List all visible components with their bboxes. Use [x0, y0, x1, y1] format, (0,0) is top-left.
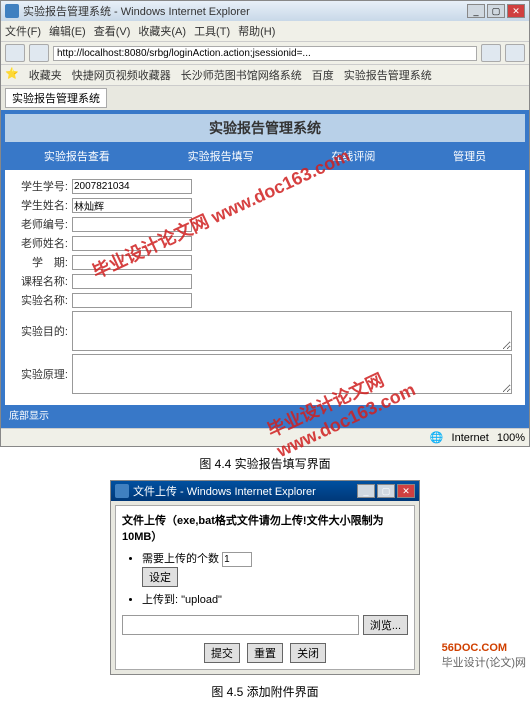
status-left [5, 431, 430, 444]
page-title: 实验报告管理系统 [5, 114, 525, 142]
student-name-label: 学生姓名: [13, 197, 68, 213]
upload-dest-row: 上传到: "upload" [142, 591, 408, 607]
submit-button[interactable]: 提交 [204, 643, 240, 663]
footer-logo: 56DOC.COM 毕业设计(论文)网 [442, 642, 526, 670]
menu-file[interactable]: 文件(F) [5, 23, 41, 39]
globe-icon: 🌐 [430, 431, 444, 444]
window-title: 实验报告管理系统 - Windows Internet Explorer [23, 3, 467, 19]
ie-icon [5, 4, 19, 18]
close-button[interactable]: ✕ [507, 4, 525, 18]
maximize-button[interactable]: ▢ [377, 484, 395, 498]
fav-4[interactable]: 实验报告管理系统 [344, 67, 432, 83]
button-row: 提交 重置 关闭 [122, 643, 408, 663]
caption-1: 图 4.4 实验报告填写界面 [0, 447, 530, 480]
reset-button[interactable]: 重置 [247, 643, 283, 663]
minimize-button[interactable]: _ [467, 4, 485, 18]
nav-fill[interactable]: 实验报告填写 [188, 148, 254, 164]
fav-3[interactable]: 百度 [312, 67, 334, 83]
menu-view[interactable]: 查看(V) [94, 23, 131, 39]
set-button[interactable]: 设定 [142, 567, 178, 587]
titlebar: 实验报告管理系统 - Windows Internet Explorer _ ▢… [1, 1, 529, 21]
course-input[interactable] [72, 274, 192, 289]
status-bar: 🌐 Internet 100% [1, 428, 529, 446]
upload-count-label: 需要上传的个数 [142, 553, 219, 565]
forward-button[interactable] [29, 44, 49, 62]
address-input[interactable] [53, 46, 477, 61]
student-name-input[interactable] [72, 198, 192, 213]
exp-name-input[interactable] [72, 293, 192, 308]
browser-tab[interactable]: 实验报告管理系统 [5, 88, 107, 108]
upload-dest-label: 上传到: [142, 594, 178, 606]
teacher-name-label: 老师姓名: [13, 235, 68, 251]
browse-button[interactable]: 浏览... [363, 615, 408, 635]
menu-favorites[interactable]: 收藏夹(A) [138, 23, 186, 39]
upload-titlebar: 文件上传 - Windows Internet Explorer _ ▢ ✕ [111, 481, 419, 501]
menubar: 文件(F) 编辑(E) 查看(V) 收藏夹(A) 工具(T) 帮助(H) [1, 21, 529, 41]
nav-review[interactable]: 在线评阅 [331, 148, 375, 164]
main-window: 实验报告管理系统 - Windows Internet Explorer _ ▢… [0, 0, 530, 447]
fav-0[interactable]: 收藏夹 [29, 67, 62, 83]
caption-2: 图 4.5 添加附件界面 [0, 675, 530, 708]
maximize-button[interactable]: ▢ [487, 4, 505, 18]
refresh-button[interactable] [481, 44, 501, 62]
exp-principle-textarea[interactable] [72, 354, 512, 394]
tab-bar: 实验报告管理系统 [1, 85, 529, 110]
page-content: 实验报告管理系统 实验报告查看 实验报告填写 在线评阅 管理员 学生学号: 学生… [1, 110, 529, 428]
exp-principle-label: 实验原理: [13, 366, 68, 382]
teacher-id-input[interactable] [72, 217, 192, 232]
upload-form: 文件上传（exe,bat格式文件请勿上传!文件大小限制为10MB） 需要上传的个… [115, 505, 415, 670]
course-label: 课程名称: [13, 273, 68, 289]
close-upload-button[interactable]: 关闭 [290, 643, 326, 663]
status-zoom: 100% [497, 432, 525, 444]
student-id-label: 学生学号: [13, 178, 68, 194]
bottom-note: 底部显示 [5, 405, 525, 424]
nav-admin[interactable]: 管理员 [453, 148, 486, 164]
close-button[interactable]: ✕ [397, 484, 415, 498]
minimize-button[interactable]: _ [357, 484, 375, 498]
favorites-bar: ⭐ 收藏夹 快捷网页视频收藏器 长沙师范图书馆网络系统 百度 实验报告管理系统 [1, 64, 529, 85]
back-button[interactable] [5, 44, 25, 62]
fav-1[interactable]: 快捷网页视频收藏器 [72, 67, 171, 83]
fav-2[interactable]: 长沙师范图书馆网络系统 [181, 67, 302, 83]
upload-dest-value: "upload" [181, 594, 222, 606]
nav-view[interactable]: 实验报告查看 [44, 148, 110, 164]
ie-icon [115, 484, 129, 498]
semester-input[interactable] [72, 255, 192, 270]
menu-edit[interactable]: 编辑(E) [49, 23, 86, 39]
stop-button[interactable] [505, 44, 525, 62]
status-internet: Internet [452, 432, 489, 444]
menu-help[interactable]: 帮助(H) [238, 23, 275, 39]
upload-heading: 文件上传（exe,bat格式文件请勿上传!文件大小限制为10MB） [122, 512, 408, 544]
exp-purpose-textarea[interactable] [72, 311, 512, 351]
file-path-input[interactable] [122, 615, 359, 635]
address-bar [1, 41, 529, 64]
exp-name-label: 实验名称: [13, 292, 68, 308]
top-nav: 实验报告查看 实验报告填写 在线评阅 管理员 [5, 142, 525, 170]
upload-window: 文件上传 - Windows Internet Explorer _ ▢ ✕ 文… [110, 480, 420, 675]
teacher-name-input[interactable] [72, 236, 192, 251]
student-id-input[interactable] [72, 179, 192, 194]
teacher-id-label: 老师编号: [13, 216, 68, 232]
fav-icon: ⭐ [5, 67, 19, 83]
semester-label: 学 期: [13, 254, 68, 270]
upload-count-row: 需要上传的个数 设定 [142, 550, 408, 587]
exp-purpose-label: 实验目的: [13, 323, 68, 339]
file-row: 浏览... [122, 615, 408, 635]
upload-count-input[interactable] [222, 552, 252, 567]
upload-window-title: 文件上传 - Windows Internet Explorer [133, 483, 357, 499]
form-area: 学生学号: 学生姓名: 老师编号: 老师姓名: 学 期: 课程名称: [5, 170, 525, 405]
menu-tools[interactable]: 工具(T) [194, 23, 230, 39]
